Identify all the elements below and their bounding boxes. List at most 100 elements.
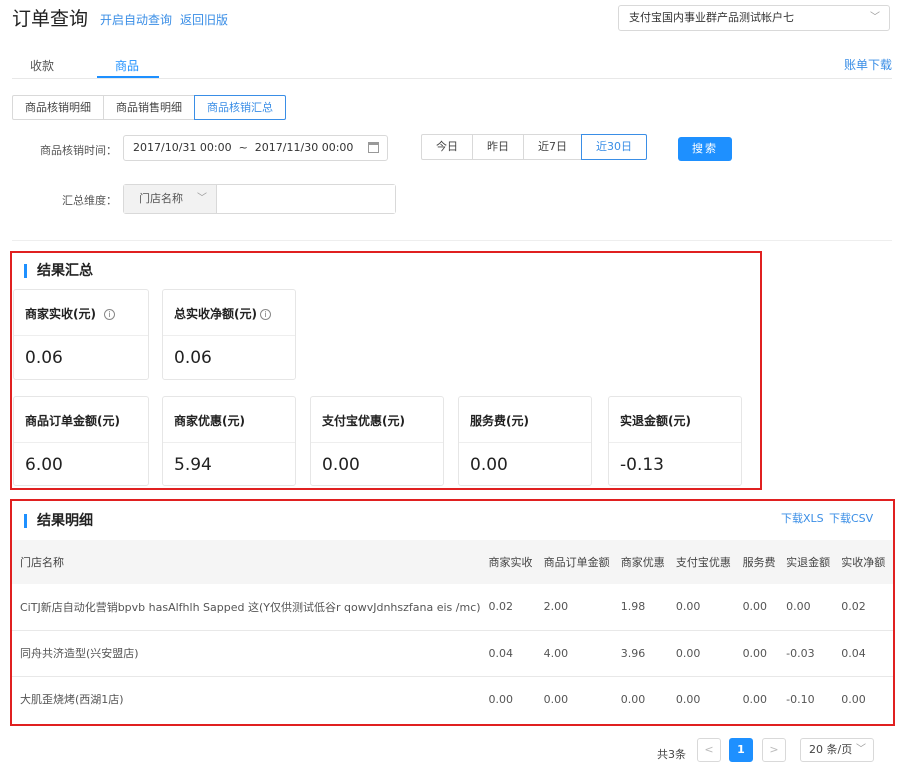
card-label: 实退金额(元) [609,397,741,443]
table-cell: 0.04 [484,630,540,677]
tab-products[interactable]: 商品 [115,57,139,74]
table-cell: 4.00 [539,630,617,677]
subtab-sales-detail[interactable]: 商品销售明细 [103,95,195,120]
calendar-icon [368,142,379,153]
bill-download-link[interactable]: 账单下载 [844,56,892,73]
details-table: 门店名称 商家实收 商品订单金额 商家优惠 支付宝优惠 服务费 实退金额 实收净… [12,540,893,722]
summary-card-merchant-discount: 商家优惠(元) 5.94 [162,396,296,486]
info-icon[interactable]: i [103,309,115,320]
chevron-down-icon: ﹀ [856,744,866,755]
details-title: 结果明细 [24,514,93,528]
prev-page-button[interactable]: < [697,738,721,762]
range-yesterday-button[interactable]: 昨日 [472,134,524,160]
range-7days-button[interactable]: 近7日 [523,134,582,160]
table-row: 大肌歪烧烤(西湖1店) 0.00 0.00 0.00 0.00 0.00 -0.… [12,676,893,722]
search-button[interactable]: 搜索 [678,137,732,161]
info-icon[interactable]: i [259,309,271,320]
card-value: 0.00 [470,455,508,475]
card-label: 支付宝优惠(元) [311,397,443,443]
card-value: 5.94 [174,455,212,475]
table-cell: 1.98 [616,584,672,631]
dimension-select-value: 门店名称 [139,192,183,205]
summary-title: 结果汇总 [24,264,93,278]
dimension-input[interactable] [217,185,395,213]
subtab-verification-detail[interactable]: 商品核销明细 [12,95,104,120]
table-cell: 0.00 [841,692,866,706]
page-size-value: 20 条/页 [809,743,853,756]
table-header-row: 门店名称 商家实收 商品订单金额 商家优惠 支付宝优惠 服务费 实退金额 实收净… [12,540,893,584]
download-xls-link[interactable]: 下载XLS [781,510,824,526]
page-number-button[interactable]: 1 [729,738,753,762]
card-label: 商家优惠(元) [163,397,295,443]
subtab-group: 商品核销明细 商品销售明细 商品核销汇总 [12,95,286,120]
table-cell: 0.00 [488,692,514,706]
summary-card-alipay-discount: 支付宝优惠(元) 0.00 [310,396,444,486]
subtab-verification-summary[interactable]: 商品核销汇总 [194,95,286,120]
page-title: 订单查询 [12,8,89,30]
table-cell: 0.00 [738,630,783,677]
summary-card-order-amount: 商品订单金额(元) 6.00 [13,396,149,486]
column-header: 实退金额 [782,540,838,584]
store-name-cell: 同舟共济造型(兴安盟店) [12,630,485,677]
column-header: 门店名称 [12,540,485,584]
range-today-button[interactable]: 今日 [421,134,473,160]
table-cell: 0.00 [742,692,768,706]
table-cell: -0.10 [786,692,815,706]
table-row: CiTJ新店自动化营销bpvb hasAlfhlh Sapped 这(Y仅供测试… [12,584,893,631]
table-cell: 0.00 [782,584,838,631]
column-header: 支付宝优惠 [671,540,739,584]
table-cell: 2.00 [539,584,617,631]
card-label: 商家实收(元) i [14,290,148,336]
dimension-label: 汇总维度： [62,194,117,207]
column-header: 商家实收 [484,540,540,584]
store-name-cell: CiTJ新店自动化营销bpvb hasAlfhlh Sapped 这(Y仅供测试… [12,584,485,631]
tab-receipts[interactable]: 收款 [30,57,54,74]
table-cell: 0.00 [671,630,739,677]
table-cell: 0.02 [837,584,893,631]
time-filter-label: 商品核销时间： [40,144,117,157]
table-cell: 0.00 [671,584,739,631]
store-name-cell: 大肌歪烧烤(西湖1店) [20,693,124,707]
column-header: 商家优惠 [616,540,672,584]
column-header: 商品订单金额 [539,540,617,584]
account-select-value: 支付宝国内事业群产品测试帐户七 [629,11,794,24]
quick-range-group: 今日 昨日 近7日 近30日 [421,134,647,160]
card-label: 服务费(元) [459,397,591,443]
next-page-button[interactable]: > [762,738,786,762]
table-cell: -0.03 [782,630,838,677]
page-size-select[interactable]: 20 条/页 ﹀ [800,738,874,762]
chevron-down-icon: ﹀ [870,12,880,23]
tabs-divider [12,78,892,79]
old-version-link[interactable]: 返回旧版 [180,11,228,28]
auto-query-link[interactable]: 开启自动查询 [100,11,172,28]
pagination-total: 共3条 [657,748,686,761]
table-cell: 0.02 [484,584,540,631]
card-value: 0.00 [322,455,360,475]
summary-card-net-received: 总实收净额(元) i 0.06 [162,289,296,380]
table-cell: 0.00 [738,584,783,631]
chevron-right-icon: > [769,743,779,756]
card-value: 0.06 [25,348,63,368]
summary-card-service-fee: 服务费(元) 0.00 [458,396,592,486]
range-30days-button[interactable]: 近30日 [581,134,647,160]
date-range-value: 2017/10/31 00:00 ~ 2017/11/30 00:00 [133,141,354,154]
dimension-select[interactable]: 门店名称 ﹀ [124,185,217,213]
account-select[interactable]: 支付宝国内事业群产品测试帐户七 ﹀ [618,5,890,31]
summary-card-refund-amount: 实退金额(元) -0.13 [608,396,742,486]
download-csv-link[interactable]: 下载CSV [829,510,873,526]
chevron-left-icon: < [704,743,714,756]
table-cell: 0.00 [620,692,646,706]
date-range-picker[interactable]: 2017/10/31 00:00 ~ 2017/11/30 00:00 [123,135,388,161]
table-cell: 0.00 [675,692,701,706]
card-label: 总实收净额(元) i [163,290,295,336]
table-row: 同舟共济造型(兴安盟店) 0.04 4.00 3.96 0.00 0.00 -0… [12,630,893,677]
card-value: 0.06 [174,348,212,368]
chevron-down-icon: ﹀ [197,193,207,204]
filters-divider [12,240,892,241]
card-value: 6.00 [25,455,63,475]
table-cell: 3.96 [616,630,672,677]
column-header: 服务费 [738,540,783,584]
summary-section: 结果汇总 商家实收(元) i 0.06 总实收净额(元) i 0.06 商品订单金额… [10,251,762,490]
column-header: 实收净额 [837,540,893,584]
card-label: 商品订单金额(元) [14,397,148,443]
